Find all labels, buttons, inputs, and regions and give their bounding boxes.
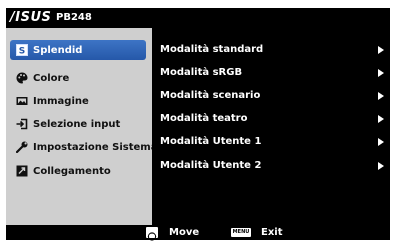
exit-hint-label: Exit — [261, 227, 283, 238]
option-modalita-utente-1[interactable]: Modalità Utente 1 — [160, 135, 386, 149]
image-icon — [16, 95, 28, 107]
palette-icon — [16, 72, 28, 84]
option-modalita-standard[interactable]: Modalità standard — [160, 43, 386, 57]
sidebar-item-label: Impostazione Sistema — [33, 141, 158, 153]
sidebar: S Splendid Colore Immagine Selezione inp… — [6, 28, 157, 225]
sidebar-item-label: Splendid — [33, 44, 83, 56]
option-label: Modalità Utente 1 — [160, 136, 262, 147]
chevron-right-icon — [378, 162, 384, 170]
wrench-icon — [16, 141, 28, 153]
option-label: Modalità scenario — [160, 90, 261, 101]
chevron-right-icon — [378, 69, 384, 77]
option-label: Modalità standard — [160, 44, 264, 55]
osd-window: /ISUS PB248 S Splendid Colore Immagine S… — [6, 8, 390, 241]
options-panel: Modalità standard Modalità sRGB Modalità… — [152, 28, 390, 225]
sidebar-item-impostazione-sistema[interactable]: Impostazione Sistema — [10, 137, 157, 157]
option-modalita-teatro[interactable]: Modalità teatro — [160, 112, 386, 126]
sidebar-item-colore[interactable]: Colore — [10, 68, 150, 88]
sidebar-item-selezione-input[interactable]: Selezione input — [10, 114, 150, 134]
link-icon — [16, 165, 28, 177]
sidebar-item-splendid[interactable]: S Splendid — [10, 40, 146, 60]
brand-logo: /ISUS — [10, 10, 52, 25]
sidebar-item-label: Selezione input — [33, 118, 121, 130]
option-modalita-utente-2[interactable]: Modalità Utente 2 — [160, 159, 386, 173]
input-icon — [16, 118, 28, 130]
title-bar: /ISUS PB248 — [6, 8, 390, 28]
footer-bar: Move MENU Exit — [6, 225, 390, 241]
svg-text:S: S — [19, 47, 25, 57]
chevron-right-icon — [378, 92, 384, 100]
option-modalita-scenario[interactable]: Modalità scenario — [160, 89, 386, 103]
sidebar-item-label: Immagine — [33, 95, 89, 107]
chevron-right-icon — [378, 46, 384, 54]
sidebar-item-immagine[interactable]: Immagine — [10, 91, 150, 111]
option-label: Modalità Utente 2 — [160, 160, 262, 171]
option-modalita-srgb[interactable]: Modalità sRGB — [160, 66, 386, 80]
option-label: Modalità sRGB — [160, 67, 243, 78]
move-hint-label: Move — [169, 227, 200, 238]
menu-key-icon: MENU — [231, 228, 251, 237]
chevron-right-icon — [378, 115, 384, 123]
model-name: PB248 — [56, 12, 92, 23]
move-dpad-icon — [146, 227, 158, 241]
splendid-icon: S — [16, 44, 28, 56]
chevron-right-icon — [378, 138, 384, 146]
sidebar-item-collegamento[interactable]: Collegamento — [10, 161, 150, 181]
sidebar-item-label: Colore — [33, 72, 70, 84]
option-label: Modalità teatro — [160, 113, 248, 124]
sidebar-item-label: Collegamento — [33, 165, 111, 177]
